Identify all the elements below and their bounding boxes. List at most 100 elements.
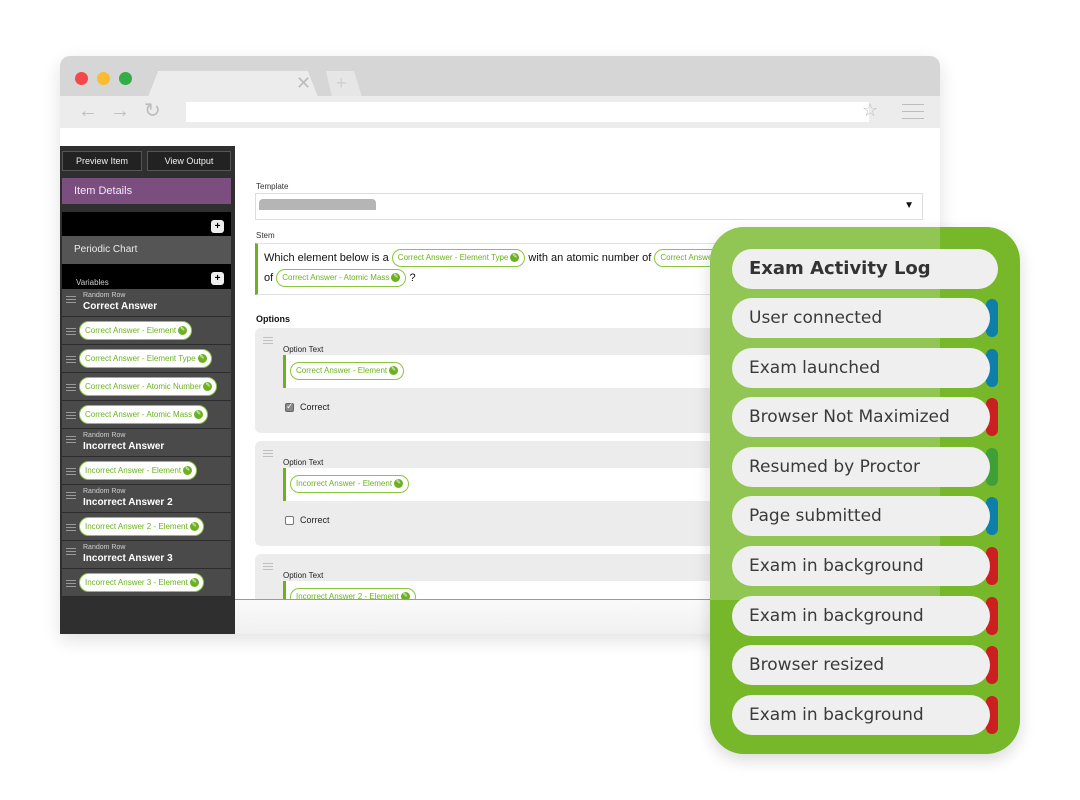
variable-row[interactable]: Correct Answer - Element Type ✎ bbox=[62, 345, 231, 373]
hamburger-menu-icon[interactable] bbox=[902, 104, 924, 120]
drag-handle-icon[interactable] bbox=[66, 492, 76, 501]
drag-handle-icon[interactable] bbox=[66, 548, 76, 557]
options-title: Options bbox=[256, 314, 290, 324]
activity-log-entry: Exam in background bbox=[732, 546, 998, 586]
activity-log-entry: Browser Not Maximized bbox=[732, 397, 998, 438]
option-text-label: Option Text bbox=[283, 571, 324, 580]
correct-checkbox[interactable] bbox=[285, 515, 294, 525]
correct-label: Correct bbox=[300, 402, 330, 412]
drag-handle-icon[interactable] bbox=[263, 450, 273, 459]
exam-activity-log-panel: Exam Activity Log User connected Exam lau… bbox=[710, 227, 1020, 754]
activity-log-entry-text: Browser Not Maximized bbox=[732, 397, 990, 438]
pill-label: Incorrect Answer - Element bbox=[296, 479, 393, 488]
address-bar[interactable] bbox=[186, 102, 869, 122]
back-arrow-icon[interactable]: ← bbox=[78, 100, 98, 122]
drag-handle-icon[interactable] bbox=[66, 468, 76, 477]
variable-pill[interactable]: Correct Answer - Element ✎ bbox=[79, 321, 193, 340]
random-row-group[interactable]: Random Row Incorrect Answer 3 bbox=[62, 541, 231, 569]
correct-checkbox-row[interactable]: Correct bbox=[285, 515, 330, 525]
random-row-group[interactable]: Random Row Incorrect Answer bbox=[62, 429, 231, 457]
variable-pill[interactable]: Correct Answer - Atomic Mass ✎ bbox=[276, 269, 407, 287]
group-kind: Random Row bbox=[83, 432, 126, 439]
group-name: Incorrect Answer bbox=[83, 441, 165, 452]
group-name: Incorrect Answer 3 bbox=[83, 553, 173, 564]
bookmark-star-icon[interactable]: ☆ bbox=[862, 100, 878, 121]
close-window-button[interactable] bbox=[75, 72, 88, 85]
variable-pill[interactable]: Correct Answer - Element Type ✎ bbox=[79, 349, 212, 368]
maximize-window-button[interactable] bbox=[119, 72, 132, 85]
drag-handle-icon[interactable] bbox=[66, 384, 76, 393]
browser-tab[interactable] bbox=[148, 71, 318, 97]
chevron-down-icon[interactable]: ▼ bbox=[904, 200, 914, 211]
drag-handle-icon[interactable] bbox=[66, 296, 76, 305]
item-details-tab[interactable]: Item Details bbox=[62, 178, 231, 204]
variable-pill[interactable]: Correct Answer - Atomic Number✎ bbox=[79, 377, 218, 396]
drag-handle-icon[interactable] bbox=[66, 356, 76, 365]
variable-row[interactable]: Correct Answer - Element ✎ bbox=[62, 317, 231, 345]
edit-pencil-icon[interactable]: ✎ bbox=[194, 410, 204, 420]
activity-log-entry: Exam in background bbox=[732, 595, 998, 636]
plus-icon[interactable]: + bbox=[336, 72, 347, 94]
edit-pencil-icon[interactable]: ✎ bbox=[189, 578, 199, 588]
variable-pill[interactable]: Correct Answer - Element Type ✎ bbox=[391, 249, 526, 267]
minimize-window-button[interactable] bbox=[97, 72, 110, 85]
variable-pill[interactable]: Correct Answer - Atomic Mass ✎ bbox=[79, 405, 209, 424]
edit-pencil-icon[interactable]: ✎ bbox=[189, 522, 199, 532]
option-text-label: Option Text bbox=[283, 458, 324, 467]
variable-pill[interactable]: Correct Answer - Element ✎ bbox=[290, 362, 405, 380]
template-select[interactable]: ▼ bbox=[255, 193, 923, 220]
edit-pencil-icon[interactable]: ✎ bbox=[510, 253, 520, 263]
pill-label: Correct Answer - Element bbox=[296, 366, 388, 375]
edit-pencil-icon[interactable]: ✎ bbox=[391, 273, 401, 283]
group-kind: Random Row bbox=[83, 488, 126, 495]
edit-pencil-icon[interactable]: ✎ bbox=[389, 366, 399, 376]
variable-row[interactable]: Correct Answer - Atomic Mass ✎ bbox=[62, 401, 231, 429]
variable-pill[interactable]: Incorrect Answer - Element ✎ bbox=[290, 475, 410, 493]
variable-row[interactable]: Incorrect Answer 2 - Element ✎ bbox=[62, 513, 231, 541]
drag-handle-icon[interactable] bbox=[66, 524, 76, 533]
view-output-button[interactable]: View Output bbox=[147, 151, 231, 171]
variable-pill[interactable]: Incorrect Answer 3 - Element ✎ bbox=[79, 573, 204, 592]
template-label: Template bbox=[256, 182, 289, 191]
drag-handle-icon[interactable] bbox=[66, 436, 76, 445]
add-variable-icon[interactable]: + bbox=[211, 272, 224, 285]
pill-label: Correct Answer - Atomic Mass bbox=[85, 410, 193, 419]
edit-pencil-icon[interactable]: ✎ bbox=[203, 382, 213, 392]
edit-pencil-icon[interactable]: ✎ bbox=[178, 326, 188, 336]
variable-row[interactable]: Incorrect Answer 3 - Element ✎ bbox=[62, 569, 231, 597]
pill-label: Correct Answer - Atomic Mass bbox=[282, 273, 390, 282]
variable-pill[interactable]: Incorrect Answer 2 - Element ✎ bbox=[79, 517, 204, 536]
tab-close-icon[interactable]: ✕ bbox=[296, 73, 311, 93]
drag-handle-icon[interactable] bbox=[66, 580, 76, 589]
correct-checkbox-row[interactable]: Correct bbox=[285, 401, 330, 412]
sidebar-section-header: + bbox=[62, 212, 231, 238]
preview-item-button[interactable]: Preview Item bbox=[62, 151, 142, 171]
variable-row[interactable]: Incorrect Answer - Element ✎ bbox=[62, 457, 231, 485]
edit-pencil-icon[interactable]: ✎ bbox=[197, 354, 207, 364]
activity-log-entry-text: Browser resized bbox=[732, 645, 990, 686]
correct-checkbox[interactable] bbox=[285, 401, 294, 412]
activity-log-entry: User connected bbox=[732, 298, 998, 338]
group-kind: Random Row bbox=[83, 292, 126, 299]
variable-row[interactable]: Correct Answer - Atomic Number ✎ bbox=[62, 373, 231, 401]
random-row-group[interactable]: Random Row Incorrect Answer 2 bbox=[62, 485, 231, 513]
edit-pencil-icon[interactable]: ✎ bbox=[394, 479, 404, 489]
sidebar-item-periodic-chart[interactable]: Periodic Chart bbox=[62, 236, 231, 264]
drag-handle-icon[interactable] bbox=[66, 328, 76, 337]
stem-text: ? bbox=[409, 271, 416, 284]
drag-handle-icon[interactable] bbox=[263, 337, 273, 346]
drag-handle-icon[interactable] bbox=[263, 563, 273, 572]
stem-text: of bbox=[264, 271, 274, 284]
add-icon[interactable]: + bbox=[211, 220, 224, 233]
random-row-group[interactable]: Random Row Correct Answer bbox=[62, 289, 231, 317]
variable-pill[interactable]: Incorrect Answer - Element ✎ bbox=[79, 461, 198, 480]
forward-arrow-icon[interactable]: → bbox=[110, 100, 130, 122]
edit-pencil-icon[interactable]: ✎ bbox=[183, 466, 193, 476]
group-name: Incorrect Answer 2 bbox=[83, 497, 173, 508]
group-name: Correct Answer bbox=[83, 301, 158, 312]
reload-icon[interactable]: ↻ bbox=[144, 100, 161, 122]
drag-handle-icon[interactable] bbox=[66, 412, 76, 421]
tab-bar: ✕ + bbox=[60, 56, 940, 97]
activity-log-entry: Resumed by Proctor bbox=[732, 446, 998, 487]
activity-log-entry-text: Exam in background bbox=[732, 546, 990, 586]
